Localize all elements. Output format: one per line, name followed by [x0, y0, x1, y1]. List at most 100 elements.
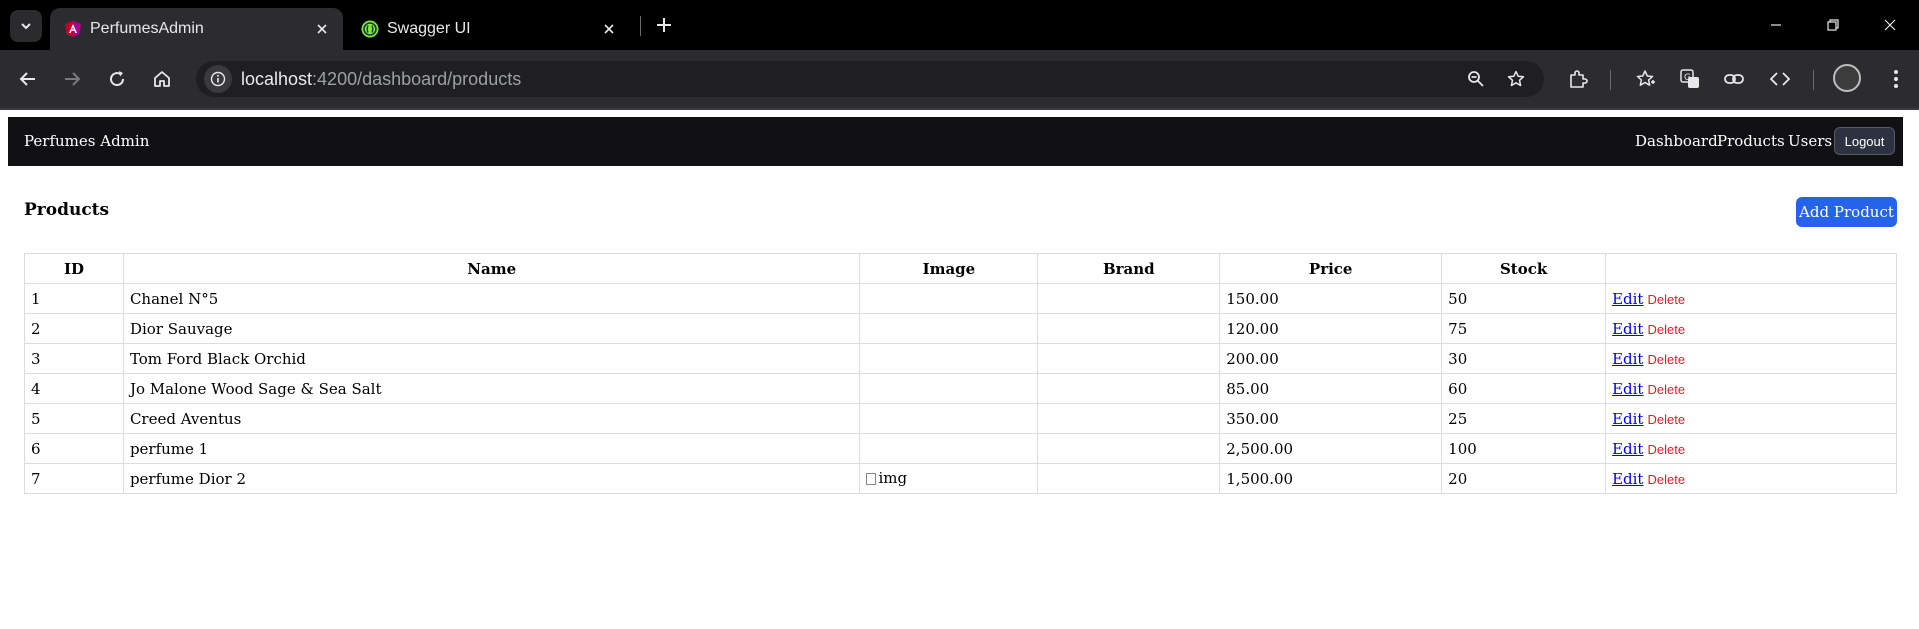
cell-actions: Edit Delete: [1605, 403, 1897, 434]
delete-button[interactable]: Delete: [1647, 412, 1685, 427]
close-window-button[interactable]: [1870, 10, 1910, 40]
profile-avatar[interactable]: [1833, 64, 1861, 92]
address-bar[interactable]: localhost:4200/dashboard/products: [196, 61, 1544, 97]
tab-swagger-ui[interactable]: Swagger UI: [347, 8, 630, 50]
tab-search-button[interactable]: [10, 10, 42, 42]
home-button[interactable]: [146, 63, 178, 95]
cell-id: 3: [24, 343, 124, 374]
chevron-down-icon: [21, 23, 31, 30]
delete-button[interactable]: Delete: [1647, 322, 1685, 337]
delete-button[interactable]: Delete: [1647, 472, 1685, 487]
table-row: 1 Chanel N°5 150.00 50 Edit Delete: [24, 283, 1897, 314]
cell-image: [859, 313, 1039, 344]
cell-image: [859, 373, 1039, 404]
cell-stock: 20: [1441, 463, 1607, 494]
reload-button[interactable]: [101, 63, 133, 95]
column-header-name: Name: [122, 253, 861, 284]
link-icon[interactable]: [1718, 63, 1750, 95]
cell-actions: Edit Delete: [1605, 373, 1897, 404]
url-host: localhost: [241, 69, 313, 89]
close-tab-icon[interactable]: [311, 18, 333, 40]
cell-price: 150.00: [1219, 283, 1443, 314]
cell-price: 200.00: [1219, 343, 1443, 374]
bookmark-star-icon[interactable]: [1502, 65, 1530, 93]
cell-id: 6: [24, 433, 124, 464]
cell-price: 2,500.00: [1219, 433, 1443, 464]
delete-button[interactable]: Delete: [1647, 382, 1685, 397]
cell-name: Tom Ford Black Orchid: [122, 343, 861, 374]
tab-title: Swagger UI: [387, 20, 471, 37]
cell-image: [859, 343, 1039, 374]
url-path: :4200/dashboard/products: [312, 69, 522, 89]
cell-image: [859, 433, 1039, 464]
image-alt-text: img: [878, 469, 908, 487]
edit-link[interactable]: Edit: [1612, 320, 1643, 338]
cell-image: [859, 403, 1039, 434]
delete-button[interactable]: Delete: [1647, 292, 1685, 307]
cell-price: 1,500.00: [1219, 463, 1443, 494]
tab-separator: [640, 16, 641, 36]
translate-icon[interactable]: G: [1674, 63, 1706, 95]
table-row: 7 perfume Dior 2 img 1,500.00 20 Edit Del…: [24, 463, 1897, 494]
new-tab-button[interactable]: [651, 12, 677, 38]
toolbar-divider: [0, 108, 1919, 110]
url-text: localhost:4200/dashboard/products: [241, 69, 521, 90]
extensions-icon[interactable]: [1562, 63, 1594, 95]
zoom-icon[interactable]: [1462, 65, 1490, 93]
edit-link[interactable]: Edit: [1612, 380, 1643, 398]
close-tab-icon[interactable]: [598, 18, 620, 40]
column-header-actions: [1605, 253, 1897, 284]
nav-dashboard-link[interactable]: Dashboard: [1635, 132, 1718, 150]
back-button[interactable]: [12, 63, 44, 95]
page-title: Products: [24, 200, 110, 220]
column-header-stock: Stock: [1441, 253, 1607, 284]
cell-actions: Edit Delete: [1605, 343, 1897, 374]
cell-brand: [1037, 463, 1221, 494]
restore-button[interactable]: [1813, 10, 1853, 40]
edit-link[interactable]: Edit: [1612, 470, 1643, 488]
forward-button[interactable]: [56, 63, 88, 95]
cell-brand: [1037, 343, 1221, 374]
logout-button[interactable]: Logout: [1834, 127, 1895, 155]
table-row: 4 Jo Malone Wood Sage & Sea Salt 85.00 6…: [24, 373, 1897, 404]
column-header-price: Price: [1219, 253, 1443, 284]
cell-stock: 50: [1441, 283, 1607, 314]
broken-image: img: [866, 469, 907, 487]
cell-actions: Edit Delete: [1605, 433, 1897, 464]
cell-image: [859, 283, 1039, 314]
bookmarks-icon[interactable]: [1630, 63, 1662, 95]
add-product-button[interactable]: Add Product: [1796, 197, 1897, 227]
cell-name: perfume Dior 2: [122, 463, 861, 494]
arrow-left-icon: [19, 72, 35, 86]
nav-users-link[interactable]: Users: [1788, 132, 1832, 150]
edit-link[interactable]: Edit: [1612, 290, 1643, 308]
delete-button[interactable]: Delete: [1647, 442, 1685, 457]
table-row: 5 Creed Aventus 350.00 25 Edit Delete: [24, 403, 1897, 434]
edit-link[interactable]: Edit: [1612, 350, 1643, 368]
site-info-icon[interactable]: [204, 65, 232, 93]
close-icon: [1884, 19, 1896, 31]
products-table: ID Name Image Brand Price Stock 1 Chanel…: [24, 253, 1897, 494]
restore-icon: [1827, 19, 1839, 31]
edit-link[interactable]: Edit: [1612, 410, 1643, 428]
table-header-row: ID Name Image Brand Price Stock: [24, 253, 1897, 284]
code-icon[interactable]: [1764, 63, 1796, 95]
arrow-right-icon: [65, 72, 81, 86]
delete-button[interactable]: Delete: [1647, 352, 1685, 367]
cell-brand: [1037, 313, 1221, 344]
svg-text:G: G: [1684, 73, 1691, 83]
reload-icon: [110, 71, 125, 87]
cell-stock: 60: [1441, 373, 1607, 404]
table-row: 3 Tom Ford Black Orchid 200.00 30 Edit De…: [24, 343, 1897, 374]
cell-stock: 25: [1441, 403, 1607, 434]
cell-name: Jo Malone Wood Sage & Sea Salt: [122, 373, 861, 404]
kebab-menu-icon[interactable]: [1880, 63, 1912, 95]
minimize-button[interactable]: [1756, 10, 1796, 40]
tab-perfumesadmin[interactable]: PerfumesAdmin: [50, 8, 343, 50]
cell-name: Creed Aventus: [122, 403, 861, 434]
browser-toolbar: localhost:4200/dashboard/products G: [0, 50, 1919, 108]
cell-name: perfume 1: [122, 433, 861, 464]
edit-link[interactable]: Edit: [1612, 440, 1643, 458]
nav-products-link[interactable]: Products: [1717, 132, 1785, 150]
cell-brand: [1037, 403, 1221, 434]
